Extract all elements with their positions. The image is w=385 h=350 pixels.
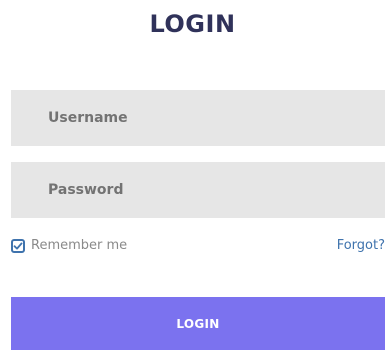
remember-me-checkbox[interactable]: [11, 238, 25, 253]
forgot-password-link[interactable]: Forgot?: [337, 238, 385, 253]
remember-me-label: Remember me: [31, 238, 128, 253]
password-input[interactable]: [11, 162, 385, 218]
check-icon: [13, 242, 23, 249]
login-button[interactable]: LOGIN: [11, 297, 385, 350]
page-title: LOGIN: [149, 10, 236, 38]
login-form: LOGIN Remember me Forgot? LOGIN: [0, 0, 385, 350]
username-input[interactable]: [11, 90, 385, 146]
remember-me-toggle[interactable]: Remember me: [11, 238, 127, 253]
